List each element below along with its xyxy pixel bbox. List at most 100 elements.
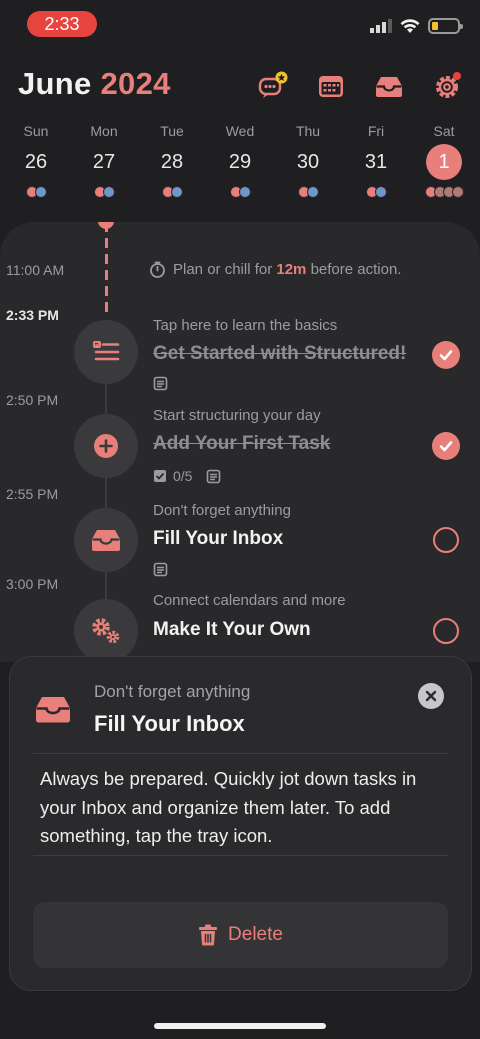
day-number: 27 <box>92 151 116 173</box>
task-title[interactable]: Make It Your Own <box>153 619 311 641</box>
day-name: Thu <box>295 123 321 139</box>
trash-icon <box>199 924 218 946</box>
task-detail-sheet: Don't forget anything Fill Your Inbox Al… <box>9 656 472 991</box>
current-time-label: 2:33 PM <box>6 307 59 323</box>
timer-icon <box>150 261 165 278</box>
inbox-tray-icon[interactable] <box>373 70 405 102</box>
day-tue[interactable]: Tue 28 <box>141 120 203 220</box>
time-label: 2:50 PM <box>6 392 59 408</box>
note-icon <box>207 469 221 483</box>
divider <box>33 855 448 856</box>
timeline-connector <box>105 382 107 418</box>
status-icons <box>370 18 463 34</box>
list-icon <box>93 341 120 361</box>
checkmark-icon <box>439 441 453 452</box>
calendar-icon[interactable] <box>315 70 347 102</box>
day-number: 29 <box>228 151 252 173</box>
header: June 2024 <box>18 66 463 114</box>
home-indicator[interactable] <box>154 1023 326 1029</box>
day-dots <box>297 186 319 198</box>
task-icon-circle[interactable] <box>74 508 138 572</box>
status-bar: 2:33 <box>0 0 480 46</box>
task-subtitle: Don't forget anything <box>153 502 291 519</box>
task-meta: 0/5 <box>153 468 221 484</box>
day-dots <box>25 186 47 198</box>
day-dots <box>424 186 464 198</box>
month-label: June <box>18 66 92 101</box>
day-mon[interactable]: Mon 27 <box>73 120 135 220</box>
gears-icon <box>92 618 120 644</box>
inbox-tray-icon <box>36 697 70 723</box>
subtask-checkbox-icon <box>154 470 166 482</box>
day-sat[interactable]: Sat 1 <box>413 120 475 220</box>
task-title[interactable]: Fill Your Inbox <box>153 528 283 550</box>
day-dots <box>161 186 183 198</box>
day-dots <box>93 186 115 198</box>
day-name: Tue <box>160 123 184 139</box>
day-number: 28 <box>160 151 184 173</box>
day-name: Fri <box>367 123 385 139</box>
timeline-connector <box>105 568 107 602</box>
task-subtitle: Tap here to learn the basics <box>153 317 338 334</box>
task-icon-circle[interactable] <box>74 599 138 662</box>
plus-icon <box>94 434 118 458</box>
day-name: Wed <box>225 123 255 139</box>
checkmark-icon <box>439 350 453 361</box>
day-thu[interactable]: Thu 30 <box>277 120 339 220</box>
task-meta <box>153 376 168 391</box>
wifi-icon <box>400 18 420 33</box>
task-meta <box>153 562 168 577</box>
day-wed[interactable]: Wed 29 <box>209 120 271 220</box>
sheet-notes[interactable]: Always be prepared. Quickly jot down tas… <box>40 765 450 851</box>
sheet-title[interactable]: Fill Your Inbox <box>94 711 245 737</box>
note-icon <box>153 376 168 391</box>
day-fri[interactable]: Fri 31 <box>345 120 407 220</box>
sheet-subtitle: Don't forget anything <box>94 682 251 701</box>
task-complete-checkbox[interactable] <box>432 341 460 369</box>
delete-label: Delete <box>228 924 283 945</box>
time-label: 3:00 PM <box>6 576 59 592</box>
subtask-count: 0/5 <box>173 468 193 484</box>
signal-icon <box>370 19 392 33</box>
day-number-selected: 1 <box>426 144 462 180</box>
task-title[interactable]: Add Your First Task <box>153 433 330 455</box>
task-icon-circle[interactable] <box>74 414 138 478</box>
header-actions <box>257 70 463 102</box>
divider <box>33 753 448 754</box>
day-number: 26 <box>24 151 48 173</box>
day-dots <box>365 186 387 198</box>
day-name: Sat <box>433 123 455 139</box>
chat-star-icon[interactable] <box>257 70 289 102</box>
plan-text-pre: Plan or chill for <box>173 261 277 278</box>
day-name: Mon <box>90 123 118 139</box>
inbox-tray-icon <box>92 530 120 551</box>
time-label: 11:00 AM <box>6 262 65 278</box>
task-complete-checkbox[interactable] <box>433 618 459 644</box>
close-button[interactable] <box>418 683 444 709</box>
status-time[interactable]: 2:33 <box>27 11 97 37</box>
task-subtitle: Start structuring your day <box>153 407 321 424</box>
time-label: 2:55 PM <box>6 486 59 502</box>
task-complete-checkbox[interactable] <box>433 527 459 553</box>
battery-icon <box>428 18 463 34</box>
task-subtitle: Connect calendars and more <box>153 592 346 609</box>
note-icon <box>153 562 168 577</box>
day-dots <box>229 186 251 198</box>
day-number: 30 <box>296 151 320 173</box>
year-label: 2024 <box>100 66 171 101</box>
close-icon <box>425 690 437 702</box>
task-title[interactable]: Get Started with Structured! <box>153 343 406 365</box>
gear-icon[interactable] <box>431 70 463 102</box>
now-indicator-line <box>105 222 108 318</box>
task-complete-checkbox[interactable] <box>432 432 460 460</box>
week-strip: Sun 26 Mon 27 Tue 28 Wed 29 Thu 30 Fri 3… <box>0 120 480 220</box>
timeline[interactable]: 11:00 AM Plan or chill for 12m before ac… <box>0 222 480 662</box>
now-indicator-dot <box>98 222 114 229</box>
day-name: Sun <box>23 123 49 139</box>
plan-hint: Plan or chill for 12m before action. <box>149 261 401 278</box>
plan-duration: 12m <box>276 261 307 278</box>
task-icon-circle[interactable] <box>74 320 138 384</box>
day-number: 31 <box>364 151 388 173</box>
delete-button[interactable]: Delete <box>33 902 448 968</box>
day-sun[interactable]: Sun 26 <box>5 120 67 220</box>
